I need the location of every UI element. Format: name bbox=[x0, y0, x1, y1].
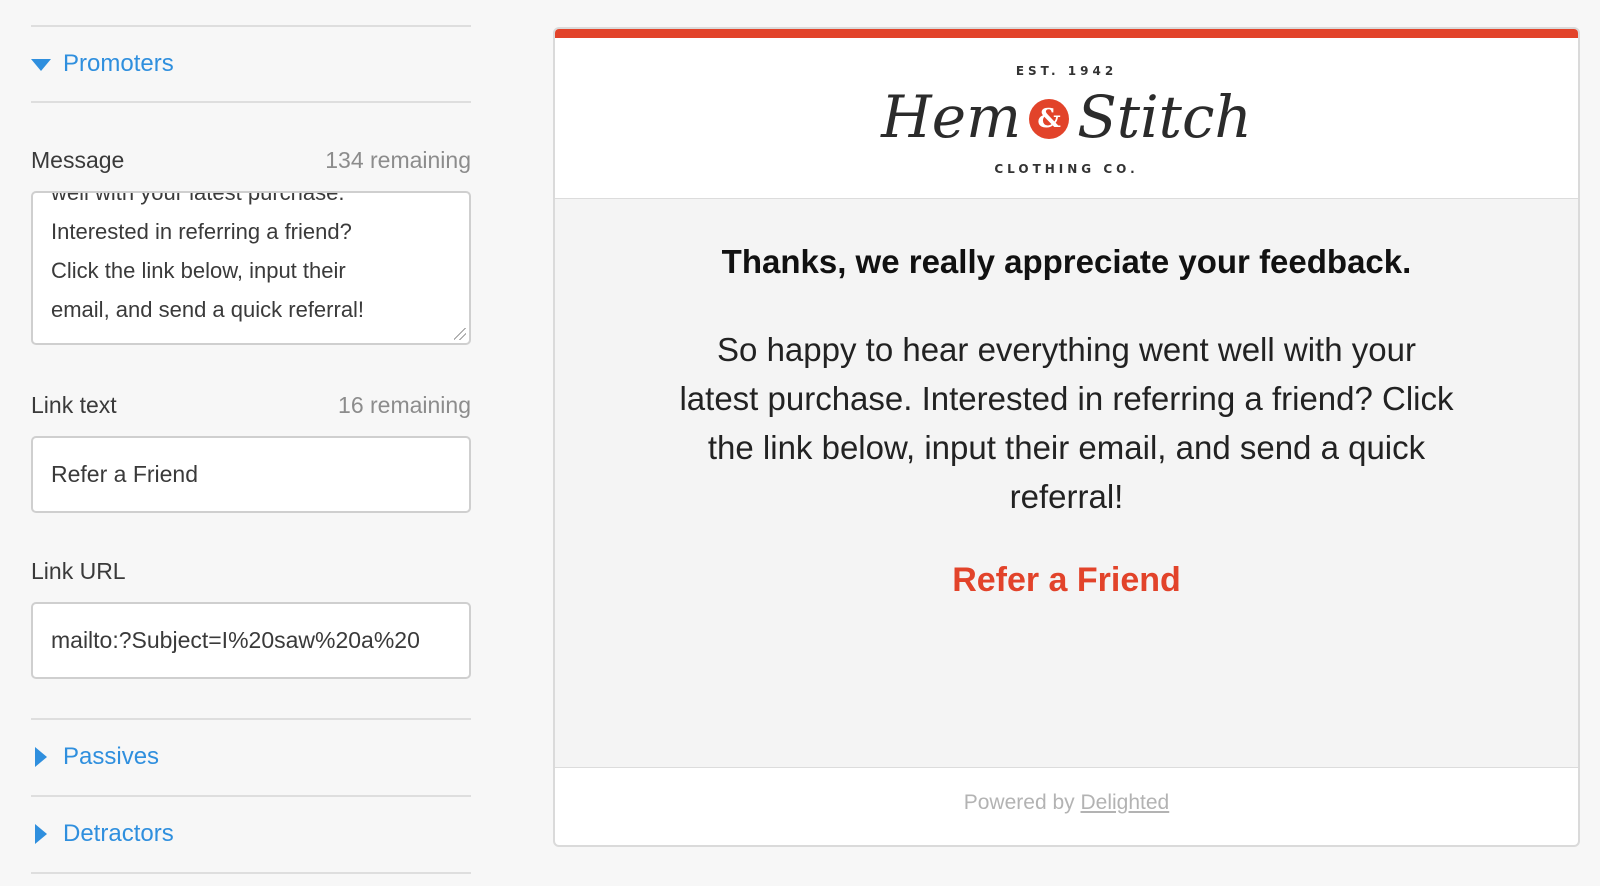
message-textarea[interactable]: well with your latest purchase. Interest… bbox=[31, 191, 471, 345]
accent-bar bbox=[555, 29, 1578, 38]
divider bbox=[31, 101, 471, 103]
logo-word-stitch: Stitch bbox=[1077, 83, 1252, 151]
link-text-label: Link text bbox=[31, 392, 117, 418]
logo-subtitle: CLOTHING CO. bbox=[994, 162, 1139, 176]
link-url-label: Link URL bbox=[31, 558, 126, 584]
divider bbox=[31, 872, 471, 874]
caret-down-icon bbox=[31, 54, 63, 74]
refer-friend-link[interactable]: Refer a Friend bbox=[555, 561, 1578, 600]
passives-toggle[interactable]: Passives bbox=[31, 743, 159, 771]
passives-label: Passives bbox=[63, 743, 160, 770]
powered-by-footer: Powered by Delighted bbox=[555, 791, 1578, 815]
message-remaining: 134 remaining bbox=[325, 147, 471, 173]
logo-word-hem: Hem bbox=[881, 83, 1022, 151]
detractors-toggle[interactable]: Detractors bbox=[31, 820, 174, 848]
link-text-remaining: 16 remaining bbox=[338, 392, 471, 418]
message-label: Message bbox=[31, 147, 125, 173]
message-textarea-value: well with your latest purchase. Interest… bbox=[51, 191, 365, 322]
detractors-label: Detractors bbox=[63, 820, 174, 847]
preview-content: Thanks, we really appreciate your feedba… bbox=[555, 198, 1578, 768]
logo-wordmark: Hem & Stitch bbox=[555, 82, 1578, 152]
link-text-input[interactable] bbox=[31, 436, 471, 513]
promoters-toggle[interactable]: Promoters bbox=[31, 50, 174, 78]
link-url-input[interactable] bbox=[31, 602, 471, 679]
logo-ampersand-badge: & bbox=[1029, 99, 1070, 139]
divider bbox=[31, 718, 471, 720]
brand-logo: EST. 1942 Hem & Stitch CLOTHING CO. bbox=[555, 38, 1578, 198]
divider bbox=[31, 25, 471, 27]
powered-by-text: Powered by bbox=[963, 791, 1075, 814]
caret-right-icon bbox=[31, 824, 63, 844]
promoters-label: Promoters bbox=[63, 50, 174, 77]
delighted-link[interactable]: Delighted bbox=[1081, 791, 1170, 814]
resize-handle-icon[interactable] bbox=[454, 328, 466, 340]
survey-preview-card: EST. 1942 Hem & Stitch CLOTHING CO. Thanks… bbox=[553, 27, 1580, 847]
thanks-heading: Thanks, we really appreciate your feedba… bbox=[721, 243, 1412, 280]
preview-message: So happy to hear everything went well wi… bbox=[679, 331, 1454, 515]
logo-est-text: EST. 1942 bbox=[1015, 64, 1118, 78]
divider bbox=[31, 795, 471, 797]
caret-right-icon bbox=[31, 747, 63, 767]
